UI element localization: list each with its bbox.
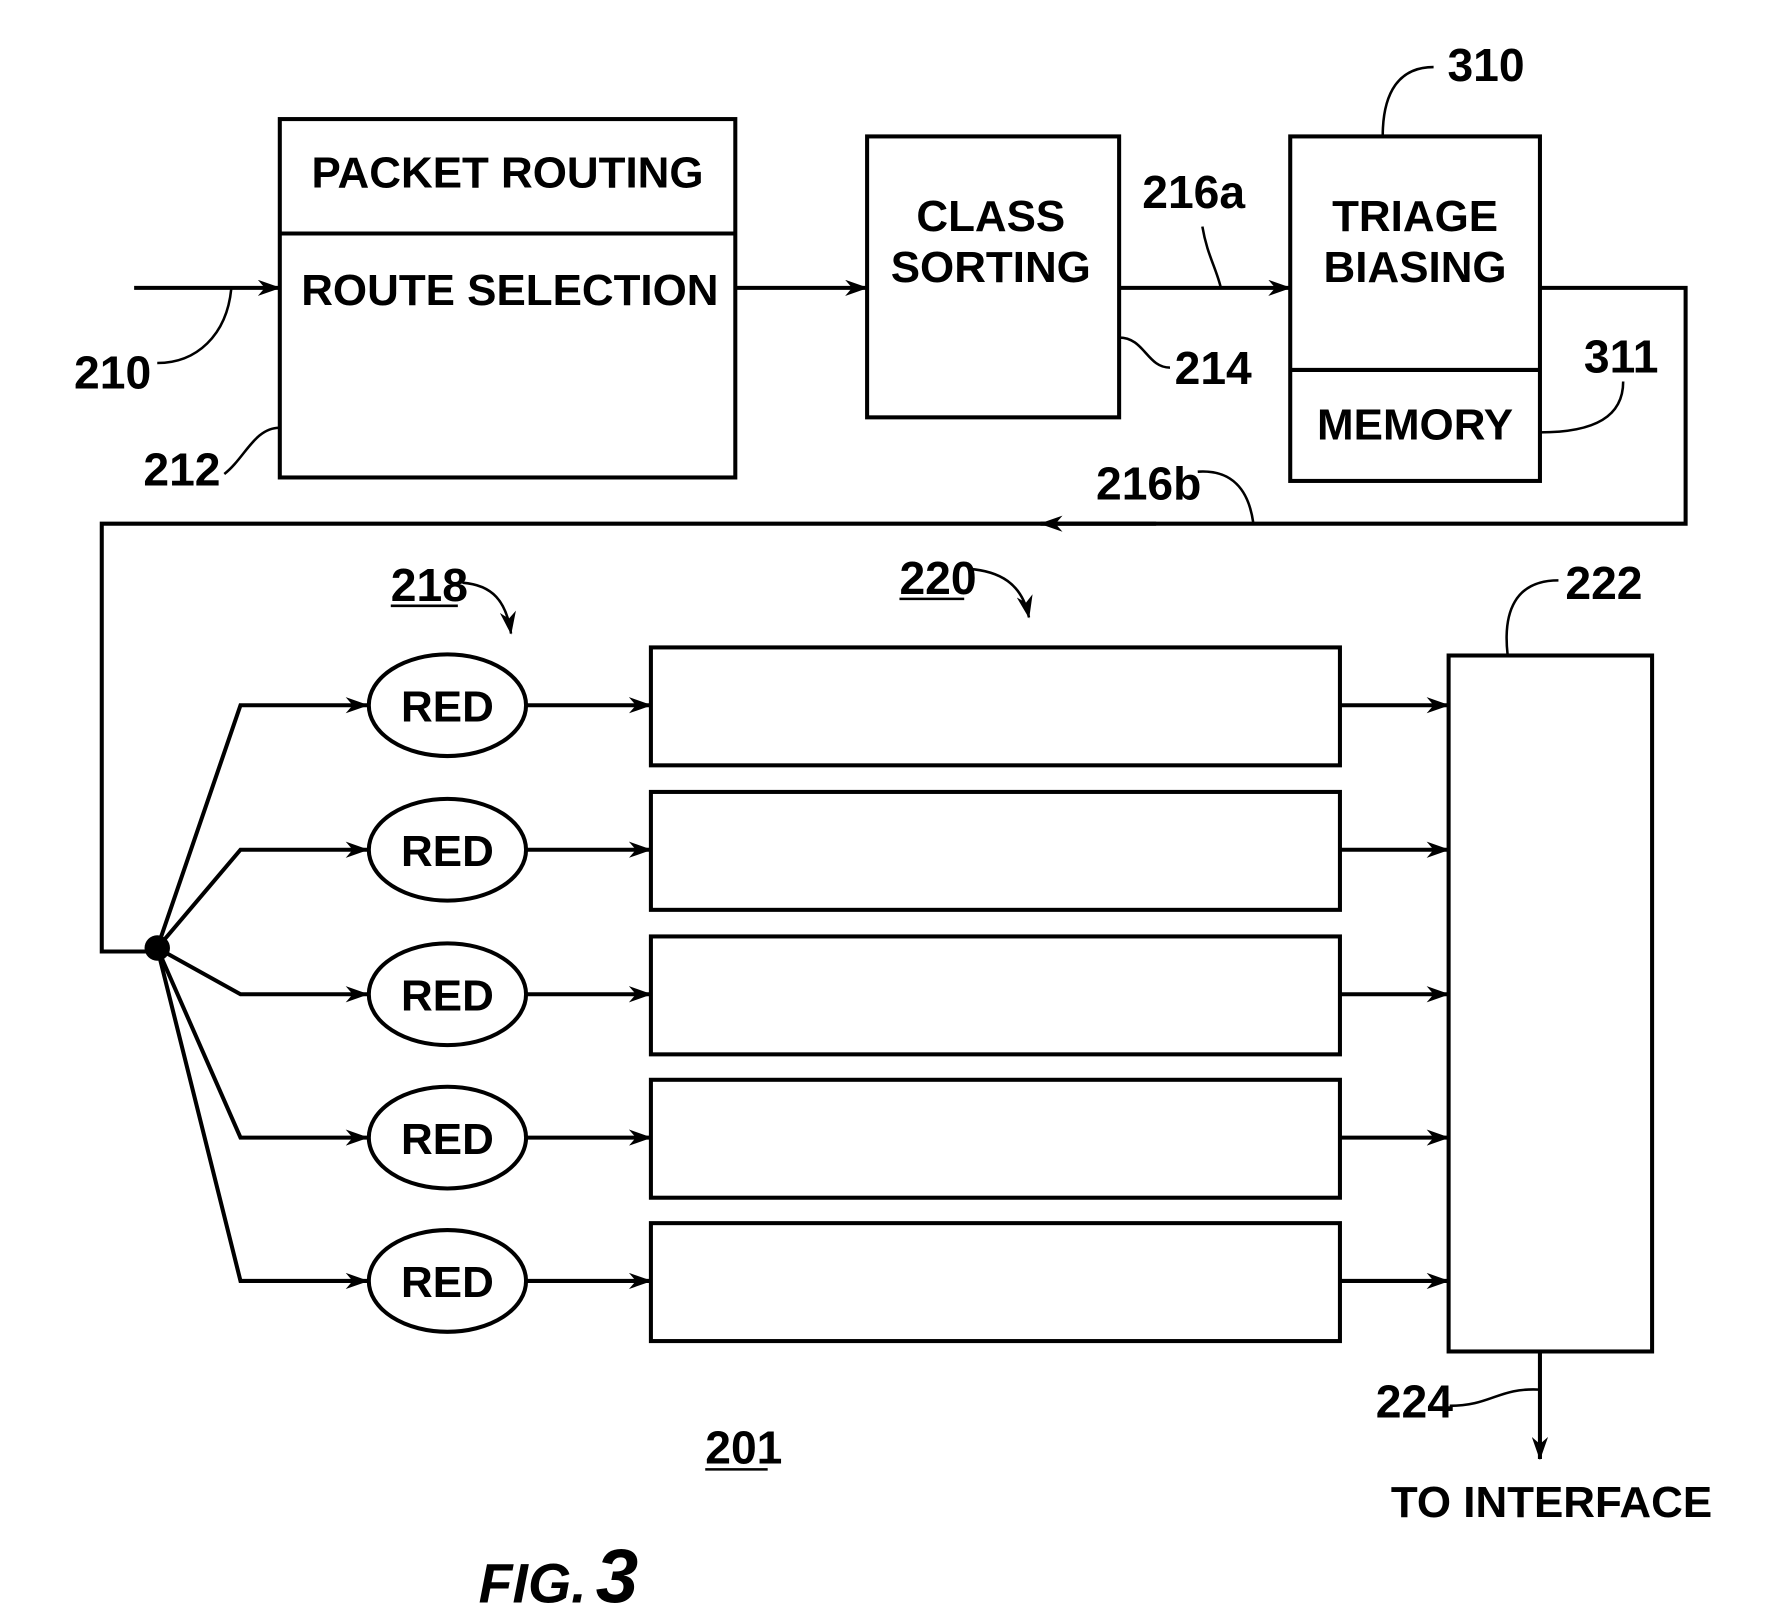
figure-caption: FIG. 3 [479,1534,639,1619]
ref-216a: 216a [1142,166,1245,218]
queue-box [648,645,1342,768]
ref-210: 210 [74,346,151,398]
leader-311 [1539,381,1625,434]
ref-224: 224 [1376,1375,1453,1427]
packet-routing-block: PACKET ROUTING ROUTE SELECTION [277,117,738,480]
lane: RED [155,789,1450,950]
leader-214 [1119,336,1171,369]
ref-212: 212 [143,444,220,496]
lanes: RED RED RED RED RED [155,645,1450,1344]
red-label: RED [401,682,494,731]
class-sorting-line1: CLASS [916,192,1065,241]
to-interface-label: TO INTERFACE [1391,1478,1712,1527]
leader-220 [968,567,1033,619]
leader-218 [462,581,516,635]
red-label: RED [401,1258,494,1307]
triage-biasing-block: TRIAGE BIASING MEMORY [1288,134,1542,483]
ref-218: 218 [391,559,468,611]
ref-214: 214 [1175,342,1252,394]
red-label: RED [401,1115,494,1164]
ref-311: 311 [1584,330,1659,382]
leader-222 [1505,579,1559,655]
ref-201: 201 [705,1422,782,1474]
memory-label: MEMORY [1317,400,1513,449]
fanout-arrow [155,947,369,1290]
caption-prefix: FIG. [479,1552,587,1614]
fig3-diagram: 210 PACKET ROUTING ROUTE SELECTION 212 C… [74,39,1712,1619]
packet-routing-label: PACKET ROUTING [312,148,704,197]
lane: RED [156,934,1450,1057]
queue-box [648,934,1342,1057]
class-sorting-line2: SORTING [891,243,1091,292]
red-label: RED [401,971,494,1020]
ref-222: 222 [1565,557,1642,609]
ref-216b: 216b [1096,457,1201,509]
fanout-arrow [156,946,369,1003]
triage-line1: TRIAGE [1332,192,1498,241]
triage-line2: BIASING [1324,243,1507,292]
red-label: RED [401,827,494,876]
scheduler-block [1446,653,1655,1354]
leader-216a [1201,226,1223,289]
leader-212 [223,426,280,476]
route-selection-label: ROUTE SELECTION [301,266,718,315]
ref-220: 220 [899,552,976,604]
leader-224 [1449,1388,1541,1408]
fanout-arrow [155,947,369,1146]
leader-210 [157,288,233,365]
fanout-arrow [155,841,369,950]
queue-box [648,1077,1342,1200]
leader-310 [1381,65,1434,137]
leader-216b [1197,470,1255,523]
class-sorting-block: CLASS SORTING [865,134,1122,420]
queue-box [648,1221,1342,1344]
caption-number: 3 [596,1534,638,1619]
ref-310: 310 [1447,39,1524,91]
queue-box [648,789,1342,912]
